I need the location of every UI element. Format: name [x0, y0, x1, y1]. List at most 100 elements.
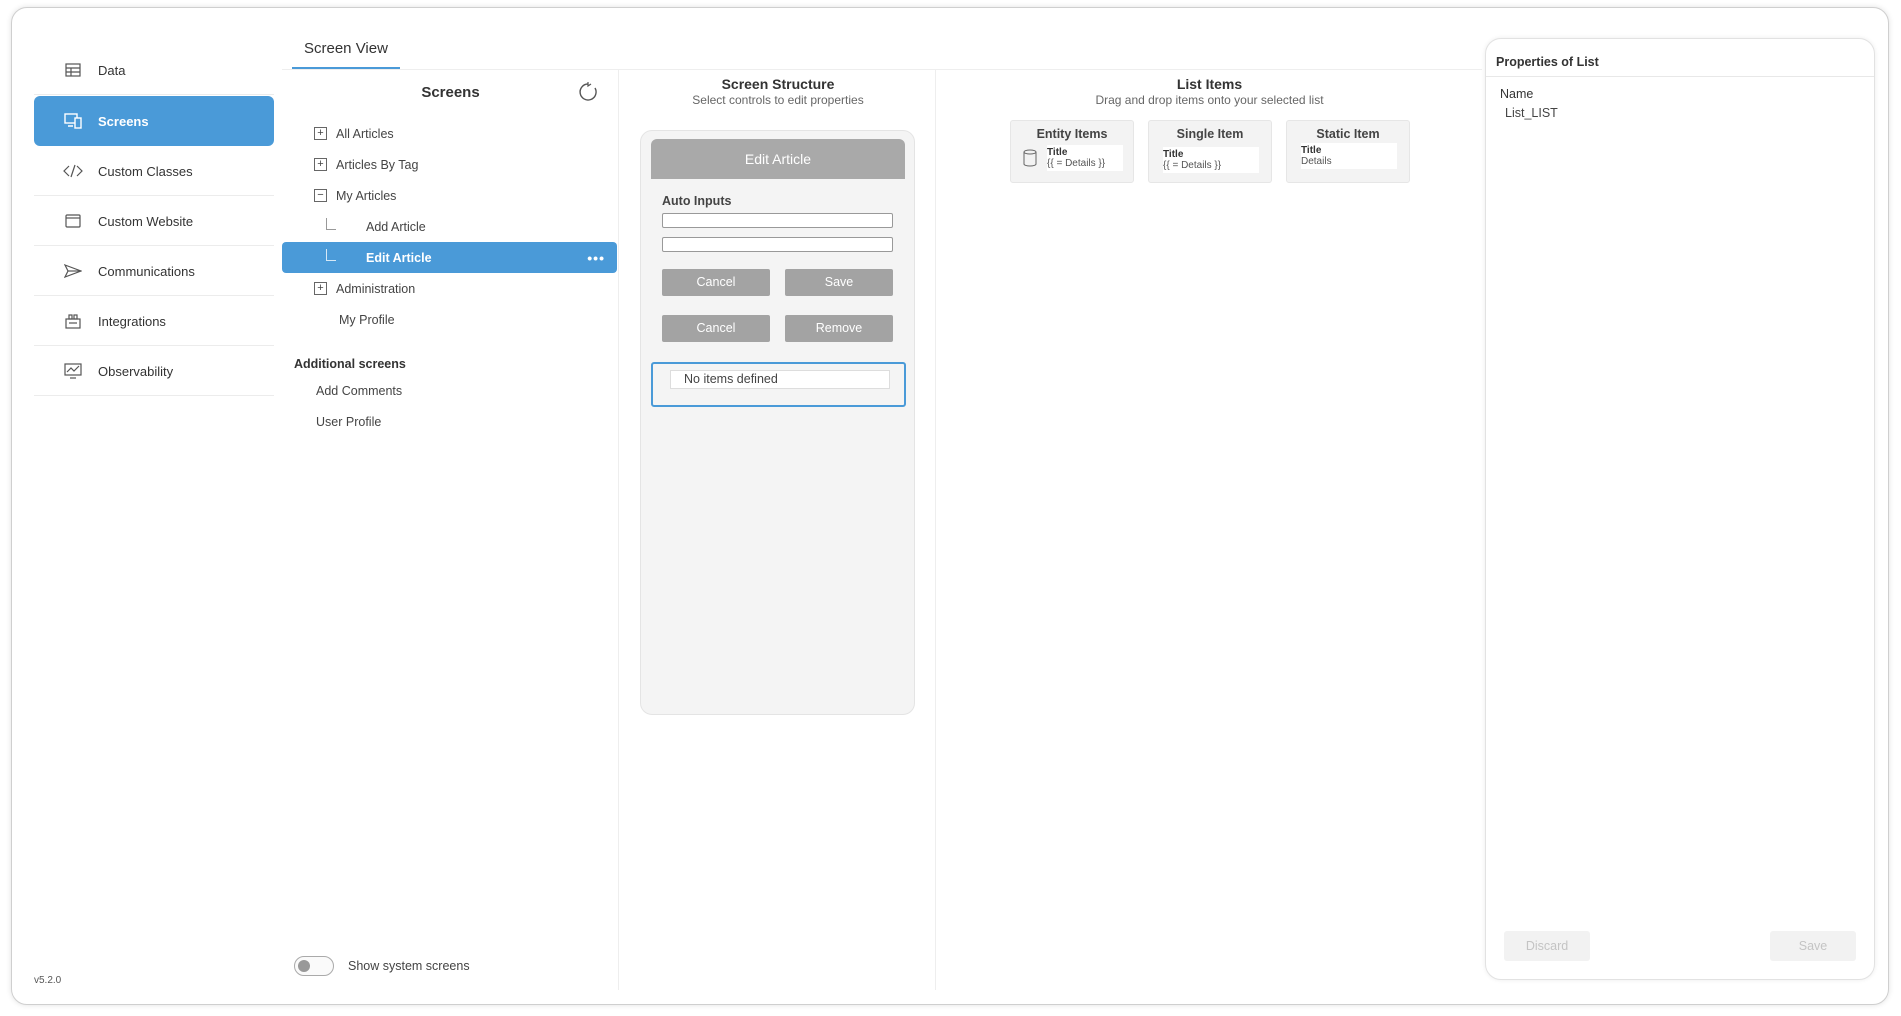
tree-item-add-article[interactable]: Add Article: [282, 211, 619, 242]
tree-item-label: User Profile: [316, 414, 382, 429]
tree-item-label: Articles By Tag: [336, 157, 419, 172]
save-button[interactable]: Save: [785, 269, 893, 296]
card-line-details: Details: [1301, 156, 1332, 167]
sidebar-item-screens[interactable]: Screens: [34, 96, 274, 146]
tree-item-label: All Articles: [336, 126, 394, 141]
sidebar-item-data[interactable]: Data: [34, 46, 274, 95]
save-properties-button[interactable]: Save: [1770, 931, 1856, 961]
sidebar-item-integrations[interactable]: Integrations: [34, 297, 274, 346]
screens-tree: + All Articles + Articles By Tag − My Ar…: [282, 118, 619, 335]
sidebar-item-custom-website[interactable]: Custom Website: [34, 197, 274, 246]
tree-item-add-comments[interactable]: Add Comments: [282, 375, 619, 406]
additional-screens-list: Add Comments User Profile: [282, 375, 619, 437]
tree-branch-icon: [326, 217, 336, 230]
card-line-title: Title: [1301, 145, 1322, 156]
screen-structure-panel: Screen Structure Select controls to edit…: [620, 70, 936, 990]
phone-preview: Edit Article Auto Inputs Cancel Save Can…: [640, 130, 915, 715]
structure-subtitle: Select controls to edit properties: [692, 93, 864, 107]
properties-title: Properties of List: [1486, 39, 1874, 77]
sidebar-item-label: Integrations: [98, 313, 166, 329]
discard-button[interactable]: Discard: [1504, 931, 1590, 961]
remove-button[interactable]: Remove: [785, 315, 893, 342]
tree-item-label: Add Article: [366, 219, 426, 234]
list-items-subtitle: Drag and drop items onto your selected l…: [1095, 93, 1324, 107]
tree-item-label: My Articles: [336, 188, 397, 203]
card-preview: Title {{ = Details }}: [1163, 147, 1259, 173]
screens-panel: Screens + All Articles + Articles By Tag…: [282, 70, 619, 990]
card-preview: Title Details: [1301, 143, 1397, 169]
collapse-icon[interactable]: −: [314, 189, 327, 202]
entity-items-card[interactable]: Entity Items Title {{ = Details }}: [1010, 120, 1134, 183]
tree-item-my-articles[interactable]: − My Articles: [282, 180, 619, 211]
sidebar: Data Screens Custom Classes Custom Websi…: [34, 46, 274, 397]
tab-bar: Screen View: [292, 32, 400, 69]
plug-icon: [62, 313, 84, 329]
auto-inputs-label[interactable]: Auto Inputs: [662, 194, 731, 208]
tree-item-my-profile[interactable]: My Profile: [282, 304, 619, 335]
static-item-card[interactable]: Static Item Title Details: [1286, 120, 1410, 183]
expand-icon[interactable]: +: [314, 127, 327, 140]
auto-input-field-1[interactable]: [662, 213, 893, 228]
card-line-details: {{ = Details }}: [1163, 160, 1222, 171]
database-icon: [1023, 149, 1037, 170]
card-line-title: Title: [1047, 147, 1068, 158]
list-placeholder: No items defined: [670, 370, 890, 389]
tree-item-user-profile[interactable]: User Profile: [282, 406, 619, 437]
name-value[interactable]: List_LIST: [1505, 106, 1558, 120]
tree-item-articles-by-tag[interactable]: + Articles By Tag: [282, 149, 619, 180]
code-icon: [62, 163, 84, 179]
phone-screen-title[interactable]: Edit Article: [651, 139, 905, 179]
sidebar-item-observability[interactable]: Observability: [34, 347, 274, 396]
card-line-title: Title: [1163, 149, 1184, 160]
tree-item-label: Add Comments: [316, 383, 403, 398]
devices-icon: [62, 113, 84, 129]
sidebar-item-label: Data: [98, 62, 126, 78]
list-items-title: List Items: [1176, 76, 1243, 92]
expand-icon[interactable]: +: [314, 282, 327, 295]
table-icon: [62, 62, 84, 78]
additional-screens-heading: Additional screens: [294, 357, 406, 371]
sidebar-item-label: Custom Website: [98, 213, 194, 229]
card-title: Entity Items: [1036, 127, 1108, 141]
tree-item-all-articles[interactable]: + All Articles: [282, 118, 619, 149]
cancel-button-2[interactable]: Cancel: [662, 315, 770, 342]
card-line-details: {{ = Details }}: [1047, 158, 1106, 169]
tree-item-administration[interactable]: + Administration: [282, 273, 619, 304]
properties-panel: Properties of List Name List_LIST Discar…: [1485, 38, 1875, 980]
monitor-chart-icon: [62, 363, 84, 379]
selected-list-control[interactable]: No items defined: [651, 362, 906, 407]
tree-branch-icon: [326, 248, 336, 261]
card-title: Single Item: [1176, 127, 1244, 141]
auto-input-field-2[interactable]: [662, 237, 893, 252]
screens-title: Screens: [421, 84, 480, 101]
tree-item-label: Administration: [336, 281, 416, 296]
show-system-screens: Show system screens: [294, 956, 470, 976]
send-icon: [62, 263, 84, 279]
tab-screen-view[interactable]: Screen View: [292, 32, 400, 69]
tree-item-edit-article[interactable]: Edit Article •••: [282, 242, 617, 273]
version-label: v5.2.0: [34, 975, 62, 986]
sidebar-item-communications[interactable]: Communications: [34, 247, 274, 296]
sidebar-item-label: Observability: [98, 363, 174, 379]
system-screens-toggle[interactable]: [294, 956, 334, 976]
list-items-panel: List Items Drag and drop items onto your…: [937, 70, 1482, 990]
more-options-icon[interactable]: •••: [587, 250, 605, 266]
browser-window-icon: [62, 213, 84, 229]
toggle-label: Show system screens: [348, 959, 470, 973]
sidebar-item-label: Screens: [98, 113, 149, 129]
card-preview: Title {{ = Details }}: [1047, 145, 1123, 171]
cancel-button[interactable]: Cancel: [662, 269, 770, 296]
refresh-icon[interactable]: [578, 82, 598, 102]
structure-title: Screen Structure: [721, 76, 835, 92]
sidebar-item-custom-classes[interactable]: Custom Classes: [34, 147, 274, 196]
single-item-card[interactable]: Single Item Title {{ = Details }}: [1148, 120, 1272, 183]
toggle-knob: [298, 960, 310, 972]
expand-icon[interactable]: +: [314, 158, 327, 171]
card-title: Static Item: [1316, 127, 1380, 141]
sidebar-item-label: Custom Classes: [98, 163, 193, 179]
sidebar-item-label: Communications: [98, 263, 195, 279]
name-label: Name: [1500, 87, 1534, 101]
tree-item-label: My Profile: [339, 312, 395, 327]
app-window: Data Screens Custom Classes Custom Websi…: [11, 7, 1889, 1005]
tree-item-label: Edit Article: [366, 250, 432, 265]
